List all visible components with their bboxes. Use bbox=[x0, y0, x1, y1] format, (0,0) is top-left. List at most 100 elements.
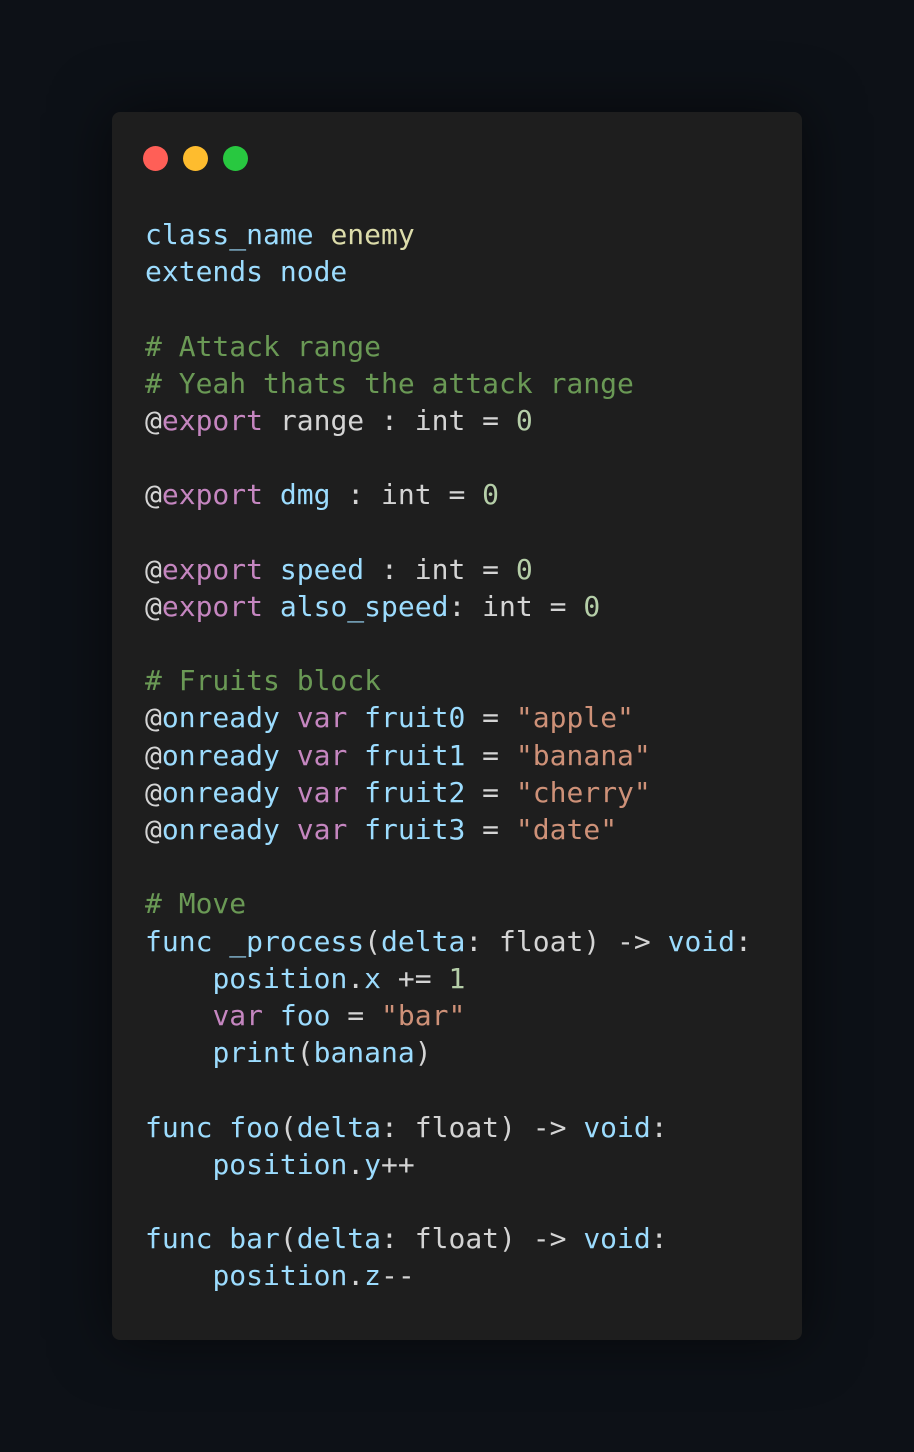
code-token: foo bbox=[279, 998, 331, 1032]
code-token: = bbox=[465, 775, 516, 809]
code-token: node bbox=[279, 255, 348, 289]
code-token: 0 bbox=[515, 552, 533, 586]
code-token: banana bbox=[313, 1036, 415, 1070]
code-token: ( bbox=[279, 1110, 297, 1144]
code-token: = bbox=[330, 998, 382, 1032]
window-controls bbox=[143, 146, 248, 171]
code-token: var bbox=[296, 775, 348, 809]
code-token: @ bbox=[145, 589, 162, 623]
code-token: "bar" bbox=[381, 998, 466, 1032]
code-line: @export range : int = 0 bbox=[145, 402, 752, 439]
code-token: @ bbox=[145, 552, 162, 586]
code-token: onready bbox=[161, 738, 280, 772]
code-token: : int = bbox=[448, 589, 584, 623]
code-token: var bbox=[296, 738, 348, 772]
code-token: dmg bbox=[279, 478, 331, 512]
code-token: also_speed bbox=[279, 589, 449, 623]
close-dot-icon[interactable] bbox=[143, 146, 168, 171]
code-token: "date" bbox=[515, 813, 618, 846]
code-token: ) bbox=[414, 1036, 432, 1070]
code-token: : bbox=[735, 924, 752, 958]
code-token: fruit3 bbox=[364, 813, 466, 846]
code-token: . bbox=[347, 961, 365, 995]
code-token: "apple" bbox=[515, 701, 634, 735]
code-token: foo bbox=[229, 1110, 280, 1144]
code-token: @ bbox=[145, 738, 162, 772]
code-token: @ bbox=[145, 478, 162, 512]
code-token: 1 bbox=[448, 961, 466, 995]
code-token: void bbox=[583, 1222, 651, 1256]
code-line: position.x += 1 bbox=[145, 960, 752, 997]
code-token: : bbox=[650, 1110, 668, 1144]
code-token: export bbox=[161, 403, 264, 437]
code-token: class_name bbox=[145, 218, 331, 251]
code-block: class_name enemy extends node # Attack ran… bbox=[145, 216, 752, 1294]
code-token: void bbox=[583, 1110, 651, 1144]
code-line: class_name enemy bbox=[145, 216, 752, 253]
code-token: export bbox=[161, 552, 264, 586]
code-token: "cherry" bbox=[515, 775, 651, 809]
code-token: # Yeah thats the attack range bbox=[145, 366, 634, 400]
code-token: onready bbox=[161, 775, 280, 809]
maximize-dot-icon[interactable] bbox=[223, 146, 248, 171]
code-token: position bbox=[212, 1147, 348, 1181]
code-token: delta bbox=[296, 1222, 382, 1256]
code-line: position.z-- bbox=[145, 1257, 752, 1294]
code-token: export bbox=[161, 589, 264, 623]
code-token: func bbox=[145, 1110, 213, 1144]
code-token: void bbox=[667, 924, 736, 958]
code-line: position.y++ bbox=[145, 1146, 752, 1183]
code-token: : int = bbox=[364, 552, 516, 586]
code-token: = bbox=[465, 813, 516, 846]
code-token: : float) -> bbox=[465, 924, 668, 958]
code-token: extends bbox=[145, 255, 280, 289]
code-token: func bbox=[145, 1222, 213, 1256]
code-line: @onready var fruit3 = "date" bbox=[145, 811, 752, 848]
minimize-dot-icon[interactable] bbox=[183, 146, 208, 171]
code-line: # Attack range bbox=[145, 328, 752, 365]
code-line: extends node bbox=[145, 253, 752, 290]
code-token: z bbox=[364, 1259, 382, 1293]
code-token: += bbox=[381, 961, 449, 995]
code-token: 0 bbox=[583, 589, 601, 623]
code-token: range : int = bbox=[263, 403, 516, 437]
code-line: # Move bbox=[145, 885, 752, 922]
code-token: var bbox=[296, 813, 348, 846]
code-token: : int = bbox=[330, 478, 483, 512]
code-window: class_name enemy extends node # Attack ran… bbox=[112, 112, 802, 1340]
code-token: ++ bbox=[381, 1147, 415, 1181]
code-token: x bbox=[364, 961, 382, 995]
code-token: # Fruits block bbox=[145, 664, 382, 698]
code-token: delta bbox=[381, 924, 466, 958]
code-token: var bbox=[212, 998, 264, 1032]
code-line: @export also_speed: int = 0 bbox=[145, 588, 752, 625]
code-token: @ bbox=[145, 403, 162, 437]
code-token: # Attack range bbox=[145, 329, 382, 363]
code-token: : float) -> bbox=[381, 1222, 584, 1256]
code-line: func foo(delta: float) -> void: bbox=[145, 1109, 752, 1146]
code-token: @ bbox=[145, 701, 162, 735]
code-line: # Yeah thats the attack range bbox=[145, 365, 752, 402]
code-line: @onready var fruit1 = "banana" bbox=[145, 737, 752, 774]
code-token: enemy bbox=[330, 218, 415, 251]
code-line: @onready var fruit2 = "cherry" bbox=[145, 774, 752, 811]
code-token: fruit0 bbox=[364, 701, 466, 735]
code-token: ( bbox=[364, 924, 382, 958]
